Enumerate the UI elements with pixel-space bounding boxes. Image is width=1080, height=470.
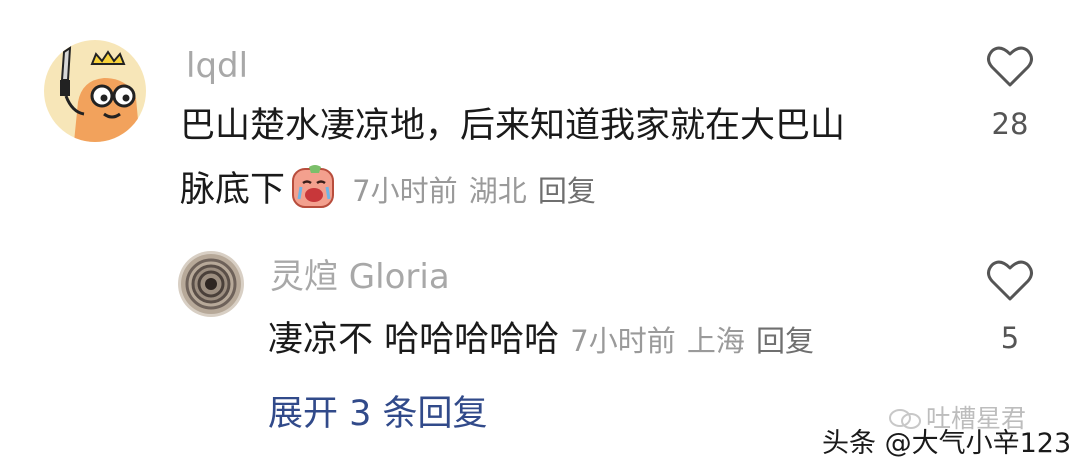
reply-like-count: 5 [1000,321,1020,355]
comment-like-count: 28 [991,107,1029,141]
crying-face-sticker-icon [289,163,337,211]
comment-location: 湖北 [468,174,527,208]
watermark-source: 头条 @大气小辛123 [822,428,1072,459]
comment-username[interactable]: lqdl [186,46,248,86]
comment-thread: lqdl 巴山楚水凄凉地，后来知道我家就在大巴山 脉底下 7小时前 湖北 回复 … [0,0,1080,470]
reply-username[interactable]: 灵煊 Gloria [270,257,450,297]
heart-outline-icon[interactable] [986,44,1034,88]
reply-text-row: 凄凉不 哈哈哈哈哈 7小时前 上海 回复 [268,308,814,373]
reply-reply-button[interactable]: 回复 [756,324,814,358]
comment-text: 巴山楚水凄凉地，后来知道我家就在大巴山 [180,94,845,158]
heart-outline-icon[interactable] [986,258,1034,302]
reply-like[interactable]: 5 [965,258,1055,356]
comment-text-line1: 巴山楚水凄凉地，后来知道我家就在大巴山 [180,106,846,146]
comment-text-line2: 脉底下 [180,170,286,210]
comment-text-line2-row: 脉底下 7小时前 湖北 回复 [180,158,596,223]
spiral-staircase-avatar-icon [178,251,244,317]
comment-time: 7小时前 [352,174,458,208]
comment-like[interactable]: 28 [965,44,1055,142]
user-avatar-gloria[interactable] [178,251,244,317]
reply-text: 凄凉不 哈哈哈哈哈 [268,320,560,360]
cartoon-avatar-icon [44,40,146,142]
comment-reply-button[interactable]: 回复 [538,174,596,208]
reply-time: 7小时前 [570,324,676,358]
user-avatar-lqdl[interactable] [44,40,146,142]
reply-location: 上海 [686,324,745,358]
expand-replies-button[interactable]: 展开 3 条回复 [268,392,488,436]
